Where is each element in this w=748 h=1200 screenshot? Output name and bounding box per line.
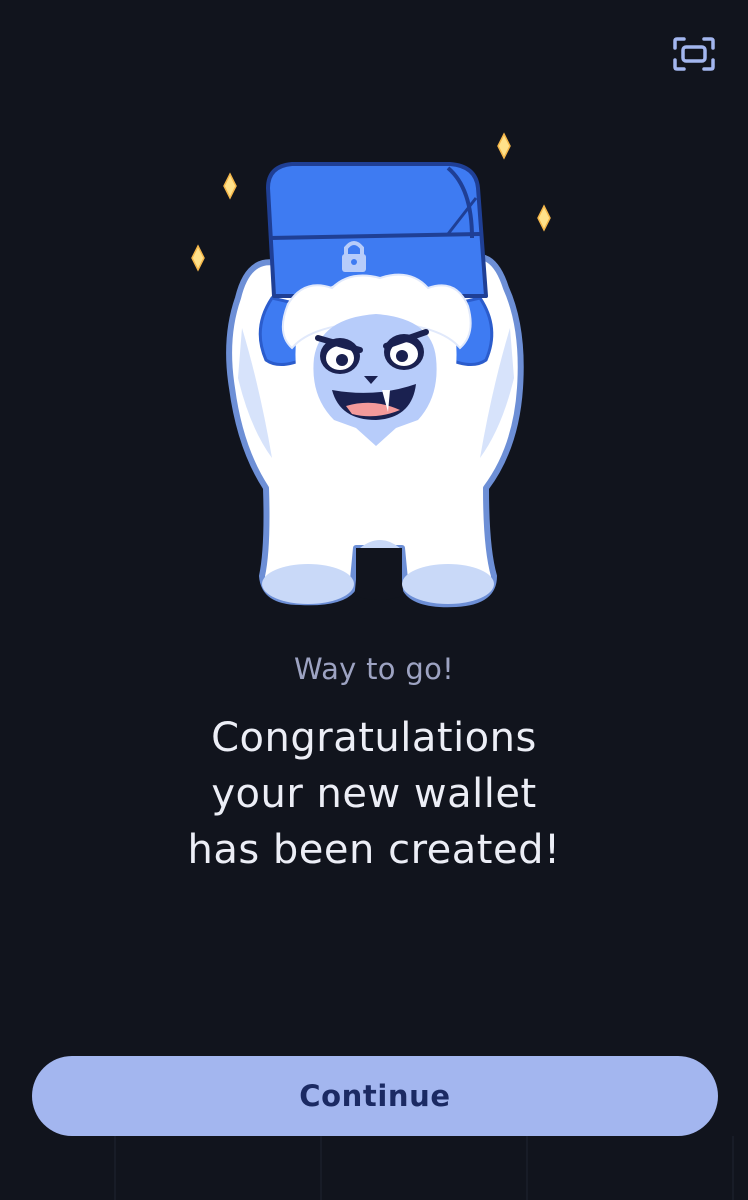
continue-button-label: Continue (299, 1079, 451, 1113)
headline-line: your new wallet (211, 771, 537, 817)
yeti-mascot-illustration (191, 132, 551, 608)
continue-button[interactable]: Continue (32, 1056, 718, 1136)
subtitle-text: Way to go! (293, 652, 455, 686)
headline-line: Congratulations (211, 715, 537, 761)
expand-view-button[interactable] (670, 34, 718, 74)
locked-chest-icon (266, 162, 488, 298)
fullscreen-frame-icon (673, 37, 715, 71)
bottom-divider-lines (0, 1136, 748, 1200)
headline-line: has been created! (187, 827, 561, 873)
congratulations-headline: Congratulations your new wallet has been… (84, 710, 664, 878)
